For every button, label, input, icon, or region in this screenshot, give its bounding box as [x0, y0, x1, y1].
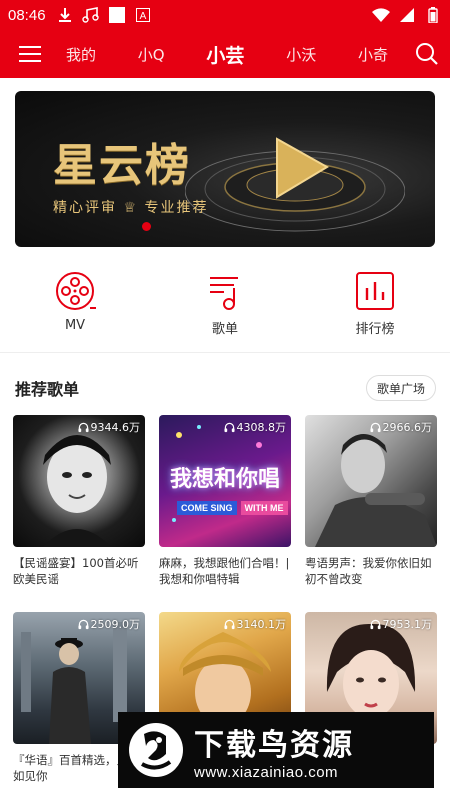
playlist-card[interactable]: 2966.6万 粤语男声：我爱你依旧如初不曾改变 — [305, 415, 437, 587]
quick-entry-chart-label: 排行榜 — [355, 322, 395, 337]
watermark-overlay: 下载鸟资源 www.xiazainiao.com — [118, 712, 434, 788]
status-time: 08:46 — [8, 6, 46, 24]
music-icon — [81, 6, 100, 24]
search-button[interactable] — [404, 30, 450, 78]
tab-xiao-wo[interactable]: 小沃 — [280, 44, 322, 65]
play-count: 7953.1万 — [369, 616, 432, 632]
status-bar: 08:46 A — [0, 0, 450, 30]
tab-mine[interactable]: 我的 — [60, 44, 102, 65]
play-count: 3140.1万 — [223, 616, 286, 632]
playlist-square-button[interactable]: 歌单广场 — [365, 375, 436, 401]
play-count: 2509.0万 — [77, 616, 140, 632]
film-reel-icon — [56, 272, 96, 310]
play-count: 9344.6万 — [77, 419, 140, 435]
playlist-cover: 我想和你唱 COME SING WITH ME 4308.8万 — [159, 415, 291, 547]
quick-entry-chart[interactable]: 排行榜 — [300, 270, 450, 340]
playlist-card[interactable]: 我想和你唱 COME SING WITH ME 4308.8万 麻麻，我想跟他们… — [159, 415, 291, 587]
banner-title: 星云榜 — [53, 140, 191, 191]
svg-text:A: A — [139, 11, 146, 22]
banner-disc-art — [185, 137, 405, 232]
banner-carousel[interactable]: 星云榜 精心评审 ♕ 专业推荐 — [15, 91, 435, 247]
headphones-icon — [77, 422, 89, 432]
tab-xiao-q[interactable]: 小Q — [132, 44, 171, 65]
play-count: 2966.6万 — [369, 419, 432, 435]
quick-entry-playlist[interactable]: 歌单 — [150, 270, 300, 340]
play-count: 4308.8万 — [223, 419, 286, 435]
chart-icon — [356, 272, 394, 310]
section-title: 推荐歌单 — [15, 380, 80, 399]
top-nav: 我的 小Q 小芸 小沃 小奇 — [0, 30, 450, 78]
quick-entry-mv[interactable]: MV — [0, 270, 150, 340]
tab-bar: 我的 小Q 小芸 小沃 小奇 — [60, 41, 404, 68]
cover-title-text: 我想和你唱 — [169, 467, 280, 492]
playlist-icon — [210, 277, 238, 310]
quick-entry-mv-label: MV — [64, 318, 86, 333]
headphones-icon — [77, 619, 89, 629]
bird-logo-icon — [129, 723, 183, 777]
banner-subtitle: 精心评审 ♕ 专业推荐 — [53, 200, 209, 216]
watermark-title: 下载鸟资源 — [194, 727, 354, 763]
blank-icon — [108, 6, 126, 24]
headphones-icon — [369, 619, 381, 629]
quick-entries: MV 歌单 排行榜 — [0, 270, 450, 340]
a-icon: A — [134, 6, 152, 24]
watermark-url: www.xiazainiao.com — [194, 763, 339, 781]
carousel-indicator — [142, 222, 151, 231]
battery-icon — [424, 6, 442, 24]
section-divider — [0, 352, 450, 353]
search-icon — [416, 43, 438, 65]
download-icon — [56, 6, 74, 24]
hamburger-icon — [19, 46, 41, 62]
tab-xiao-yun[interactable]: 小芸 — [200, 41, 250, 68]
tab-xiao-qi[interactable]: 小奇 — [352, 44, 394, 65]
headphones-icon — [223, 619, 235, 629]
playlist-title: 【民谣盛宴】100首必听欧美民谣 — [13, 556, 139, 586]
signal-icon — [398, 6, 416, 24]
quick-entry-playlist-label: 歌单 — [211, 322, 238, 337]
cover-badge-with-me: WITH ME — [240, 501, 288, 515]
headphones-icon — [223, 422, 235, 432]
playlist-title: 麻麻，我想跟他们合唱！| 我想和你唱特辑 — [159, 556, 290, 586]
playlist-card[interactable]: 9344.6万 【民谣盛宴】100首必听欧美民谣 — [13, 415, 145, 587]
headphones-icon — [369, 422, 381, 432]
cover-badge-come-sing: COME SING — [177, 501, 237, 515]
menu-button[interactable] — [0, 30, 60, 78]
playlist-title: 粤语男声：我爱你依旧如初不曾改变 — [305, 556, 432, 586]
wifi-icon — [372, 6, 390, 24]
playlist-cover: 9344.6万 — [13, 415, 145, 547]
playlist-cover: 2966.6万 — [305, 415, 437, 547]
